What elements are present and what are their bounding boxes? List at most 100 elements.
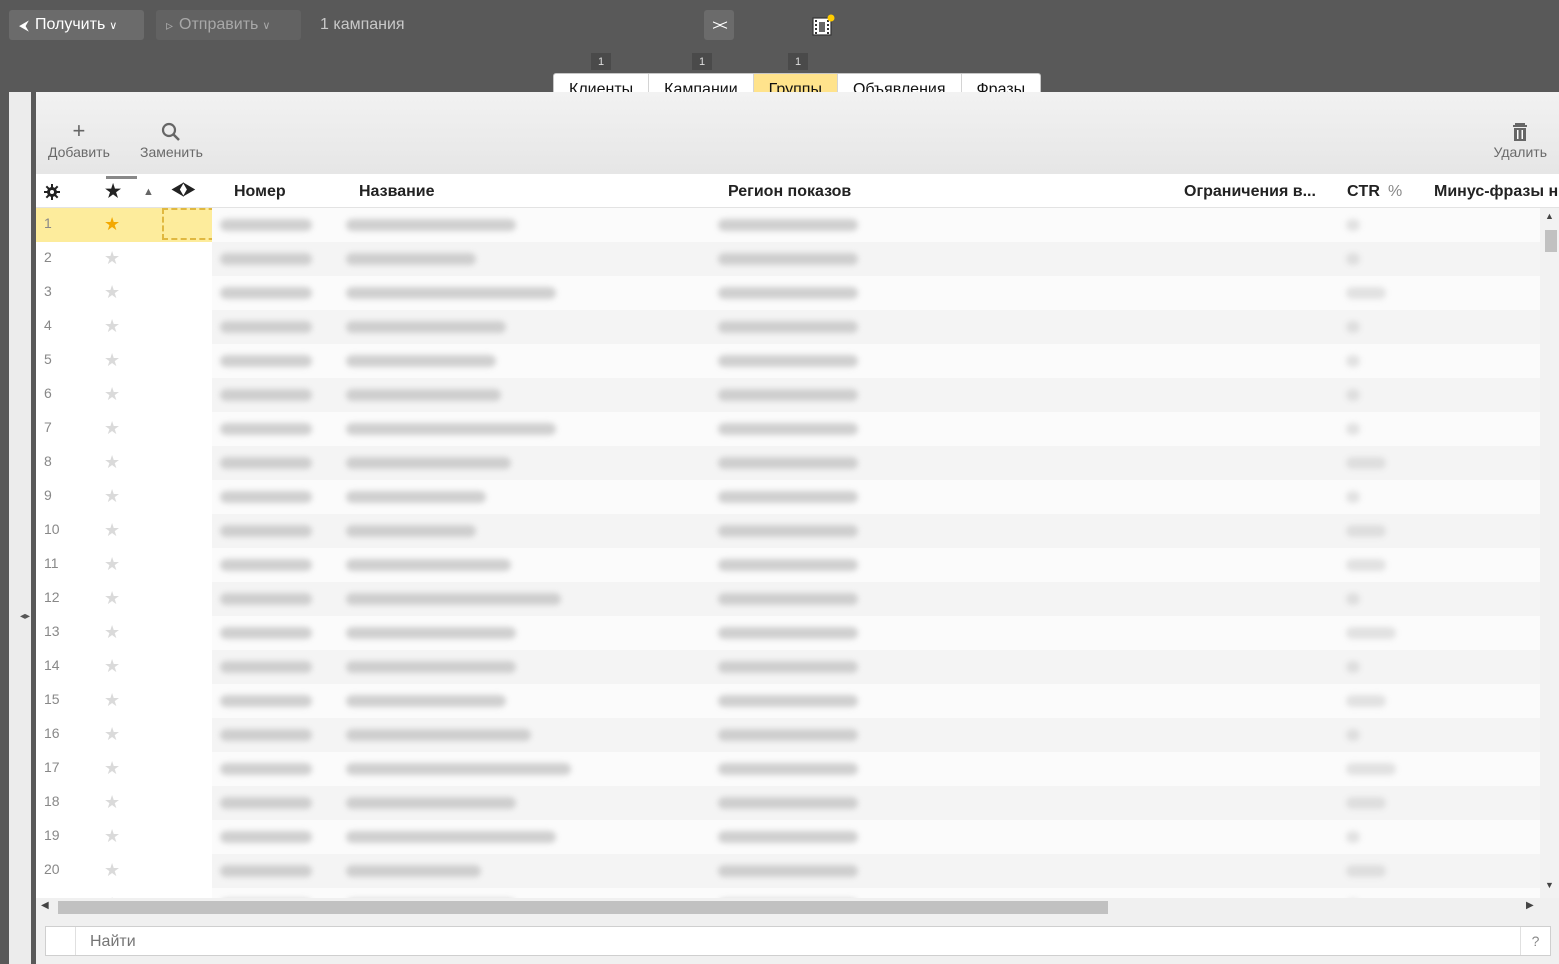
favorite-star-icon[interactable]: ★ xyxy=(104,588,120,609)
favorite-star-icon[interactable]: ★ xyxy=(104,486,120,507)
redacted-name xyxy=(346,355,496,367)
redacted-region xyxy=(718,729,858,741)
scroll-up-icon[interactable]: ▲ xyxy=(1545,211,1554,221)
table-row[interactable]: 6 ★ xyxy=(36,378,1540,412)
row-number: 5 xyxy=(44,351,52,367)
row-data-cells xyxy=(212,344,1540,378)
redacted-name xyxy=(346,763,571,775)
table-row[interactable]: 9 ★ xyxy=(36,480,1540,514)
send-button[interactable]: ▹ Отправить ∨ xyxy=(156,10,301,40)
horizontal-scroll-thumb[interactable] xyxy=(58,901,1108,914)
redacted-number xyxy=(220,695,312,707)
column-ctr[interactable]: CTR xyxy=(1347,183,1380,201)
send-icon: ▹ xyxy=(166,16,174,33)
table-row[interactable]: 13 ★ xyxy=(36,616,1540,650)
table-row[interactable]: 12 ★ xyxy=(36,582,1540,616)
table-row[interactable]: 14 ★ xyxy=(36,650,1540,684)
scroll-left-icon[interactable]: ◀ xyxy=(41,900,49,911)
column-minus-phrases[interactable]: Минус-фразы н xyxy=(1434,183,1558,201)
redacted-name xyxy=(346,219,516,231)
redacted-number xyxy=(220,627,312,639)
redacted-ctr xyxy=(1346,695,1386,707)
horizontal-scrollbar[interactable]: ◀ ▶ xyxy=(36,898,1540,916)
film-notification-icon[interactable] xyxy=(811,14,835,38)
row-data-cells xyxy=(212,582,1540,616)
scroll-down-icon[interactable]: ▼ xyxy=(1545,880,1554,890)
table-row[interactable]: 15 ★ xyxy=(36,684,1540,718)
replace-button[interactable]: Заменить xyxy=(140,120,203,160)
toolbar: + Добавить Заменить Удалить xyxy=(36,92,1559,174)
redacted-name xyxy=(346,559,511,571)
search-input[interactable] xyxy=(90,933,1470,951)
favorite-star-icon[interactable]: ★ xyxy=(104,826,120,847)
row-number: 6 xyxy=(44,385,52,401)
table-row[interactable]: 18 ★ xyxy=(36,786,1540,820)
redacted-name xyxy=(346,661,516,673)
delete-button[interactable]: Удалить xyxy=(1494,120,1547,160)
row-data-cells xyxy=(212,854,1540,888)
favorite-star-icon[interactable]: ★ xyxy=(104,282,120,303)
get-button[interactable]: ⮜ Получить ∨ xyxy=(9,10,144,40)
favorite-star-icon[interactable]: ★ xyxy=(104,690,120,711)
table-row[interactable]: 8 ★ xyxy=(36,446,1540,480)
table-row[interactable]: 21★ xyxy=(36,888,1540,898)
favorite-star-icon[interactable]: ★ xyxy=(104,384,120,405)
favorite-star-icon[interactable]: ★ xyxy=(104,656,120,677)
scroll-right-icon[interactable]: ▶ xyxy=(1526,900,1534,911)
vertical-scroll-thumb[interactable] xyxy=(1545,230,1557,252)
favorite-star-icon[interactable]: ★ xyxy=(104,758,120,779)
redacted-region xyxy=(718,559,858,571)
row-number: 12 xyxy=(44,589,60,605)
table-row[interactable]: 3 ★ xyxy=(36,276,1540,310)
left-splitter[interactable]: ◂▸ xyxy=(9,92,31,964)
row-fixed-cells: 9 ★ xyxy=(36,480,212,514)
redacted-name xyxy=(346,389,501,401)
row-number: 8 xyxy=(44,453,52,469)
row-data-cells xyxy=(212,378,1540,412)
row-number: 16 xyxy=(44,725,60,741)
search-help-button[interactable]: ? xyxy=(1520,927,1550,955)
redacted-name xyxy=(346,287,556,299)
receive-column-icon[interactable]: ⮜⮞ xyxy=(172,181,195,199)
table-row[interactable]: 10 ★ xyxy=(36,514,1540,548)
column-number[interactable]: Номер xyxy=(234,183,286,201)
favorite-star-icon[interactable]: ★ xyxy=(104,248,120,269)
favorite-star-icon[interactable]: ★ xyxy=(104,316,120,337)
favorite-column-star-icon[interactable]: ★ xyxy=(105,181,121,202)
favorite-star-icon[interactable]: ★ xyxy=(104,452,120,473)
favorite-star-icon[interactable]: ★ xyxy=(104,214,120,235)
table-row[interactable]: 11 ★ xyxy=(36,548,1540,582)
column-region[interactable]: Регион показов xyxy=(728,183,851,201)
favorite-star-icon[interactable]: ★ xyxy=(104,350,120,371)
column-name[interactable]: Название xyxy=(359,183,435,201)
favorite-star-icon[interactable]: ★ xyxy=(104,520,120,541)
campaign-count: 1 кампания xyxy=(320,16,405,33)
tab-count-groups: 1 xyxy=(788,53,808,70)
favorite-star-icon[interactable]: ★ xyxy=(104,554,120,575)
favorite-star-icon[interactable]: ★ xyxy=(104,792,120,813)
sort-arrow-icon[interactable]: ▲ xyxy=(143,186,154,198)
search-filter-toggle[interactable] xyxy=(46,927,76,955)
collapse-icon[interactable]: >< xyxy=(704,10,734,40)
redacted-region xyxy=(718,321,858,333)
table-row[interactable]: 17 ★ xyxy=(36,752,1540,786)
favorite-star-icon[interactable]: ★ xyxy=(104,724,120,745)
resize-handle-icon[interactable]: ◂▸ xyxy=(20,611,30,622)
table-row[interactable]: 16 ★ xyxy=(36,718,1540,752)
settings-gear-icon[interactable] xyxy=(44,184,60,200)
add-button[interactable]: + Добавить xyxy=(48,120,110,161)
favorite-star-icon[interactable]: ★ xyxy=(104,418,120,439)
row-number: 13 xyxy=(44,623,60,639)
column-limits[interactable]: Ограничения в... xyxy=(1184,183,1316,201)
vertical-scrollbar[interactable]: ▲ ▼ xyxy=(1540,208,1559,898)
table-row[interactable]: 20 ★ xyxy=(36,854,1540,888)
table-row[interactable]: 2 ★ xyxy=(36,242,1540,276)
favorite-star-icon[interactable]: ★ xyxy=(104,622,120,643)
table-row[interactable]: 4 ★ xyxy=(36,310,1540,344)
table-row[interactable]: 7 ★ xyxy=(36,412,1540,446)
favorite-star-icon[interactable]: ★ xyxy=(104,860,120,881)
table-row[interactable]: 5 ★ xyxy=(36,344,1540,378)
table-row[interactable]: 19 ★ xyxy=(36,820,1540,854)
redacted-region xyxy=(718,389,858,401)
table-row[interactable]: 1 ★ xyxy=(36,208,1540,242)
